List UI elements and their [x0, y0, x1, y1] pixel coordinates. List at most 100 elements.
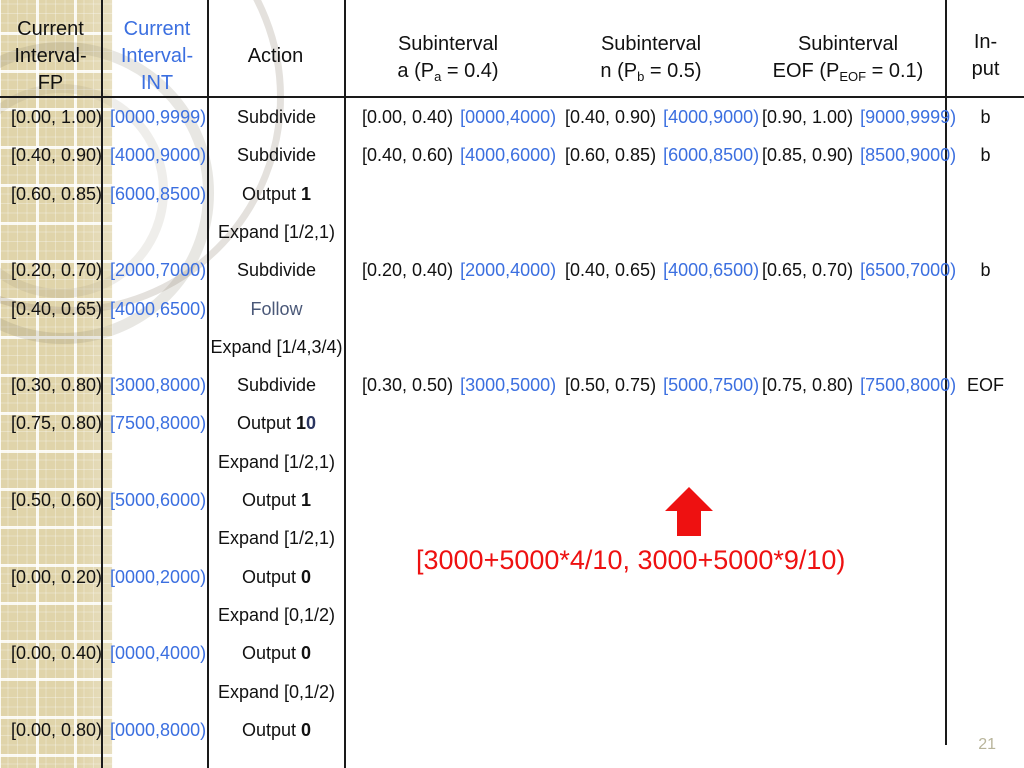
cell-action: Follow [208, 299, 345, 319]
cell-sub_n-fp: [0.40, 0.65) [565, 260, 657, 281]
header-sub-n-suffix: = 0.5) [644, 60, 702, 82]
cell-sub_a-int: [4000,6000) [460, 145, 557, 166]
cell-action-output-bits: 1 [301, 490, 312, 510]
header-int-line3: INT [140, 72, 174, 94]
header-input-line1: In- [973, 31, 998, 53]
cell-fp: [0.00, 0.20) [10, 566, 103, 587]
cell-action-label: Output [241, 643, 302, 664]
cell-sub_n: [0.40, 0.65) [4000,6500) [565, 260, 765, 280]
cell-action-label: Subdivide [236, 107, 317, 127]
cell-sub_a-fp: [0.30, 0.50) [362, 375, 454, 396]
cell-fp: [0.00, 1.00) [10, 107, 103, 127]
cell-action: Subdivide [208, 145, 345, 165]
header-sub-a-prefix: a (P [397, 60, 435, 82]
cell-fp: [0.75, 0.80) [10, 413, 103, 434]
cell-sub_n-fp: [0.50, 0.75) [565, 375, 657, 396]
header-input: In- put [947, 29, 1024, 83]
cell-sub_n-fp: [0.40, 0.90) [565, 107, 657, 127]
cell-action: Output 0 [208, 720, 345, 740]
cell-int: [4000,9000) [110, 145, 207, 166]
header-subinterval-a: Subinterval a (Pa = 0.4) [348, 31, 548, 86]
cell-sub_n-int: [4000,9000) [663, 107, 760, 127]
cell-action: Output 0 [208, 567, 345, 587]
cell-sub_a: [0.00, 0.40) [0000,4000) [362, 107, 562, 127]
cell-int: [0000,8000) [110, 719, 207, 740]
cell-action-output-bits: 0 [301, 566, 312, 587]
header-sub-n-line2: n (Pb = 0.5) [551, 58, 751, 86]
cell-action: Expand [1/4,3/4) [208, 337, 345, 357]
slide-canvas: Current Interval- FP Current Interval- I… [0, 0, 1024, 768]
up-arrow-icon [662, 484, 716, 538]
cell-action-label: Output [236, 413, 296, 434]
header-fp-line1: Current [17, 18, 84, 40]
cell-action: Expand [1/2,1) [208, 222, 345, 242]
cell-action-output-bits: 1 [301, 183, 312, 204]
header-sub-a-suffix: = 0.4) [441, 60, 499, 82]
cell-action-label: Expand [1/2,1) [217, 528, 336, 549]
cell-action-label: Expand [0,1/2) [217, 604, 336, 625]
cell-sub_a: [0.30, 0.50) [3000,5000) [362, 375, 562, 395]
header-action-label: Action [247, 45, 304, 67]
cell-fp: [0.00, 0.40) [10, 643, 103, 664]
cell-input: b [980, 107, 991, 127]
cell-sub_a-int: [0000,4000) [460, 107, 557, 127]
cell-int: [0000,2000) [110, 566, 207, 587]
cell-sub_n-fp: [0.60, 0.85) [565, 145, 657, 166]
cell-action: Subdivide [208, 107, 345, 127]
header-fp-line3: FP [37, 72, 64, 94]
cell-int: [2000,7000) [110, 260, 207, 281]
cell-sub_eof-fp: [0.65, 0.70) [762, 260, 854, 281]
cell-action-output-bits: 0 [301, 719, 312, 740]
cell-action: Expand [0,1/2) [208, 605, 345, 625]
header-fp-line2: Interval- [14, 45, 87, 67]
cell-fp: [0.30, 0.80) [10, 375, 103, 396]
cell-sub_eof-int: [9000,9999) [860, 107, 957, 127]
header-input-line2: put [971, 58, 1000, 80]
header-sub-eof-suffix: = 0.1) [866, 60, 924, 82]
cell-action-label: Subdivide [236, 145, 317, 166]
cell-sub_n: [0.60, 0.85) [6000,8500) [565, 145, 765, 165]
cell-action: Output 1 [208, 184, 345, 204]
cell-int: [0000,9999) [110, 107, 207, 127]
cell-action-label: Expand [1/4,3/4) [210, 336, 343, 357]
cell-sub_eof: [0.65, 0.70) [6500,7000) [762, 260, 962, 280]
cell-action-label: Expand [0,1/2) [217, 681, 336, 702]
cell-input: b [980, 145, 991, 166]
header-sub-a-line1: Subinterval [397, 33, 499, 55]
header-sub-eof-line2: EOF (PEOF = 0.1) [748, 58, 948, 86]
cell-input: b [980, 260, 991, 281]
header-action: Action [209, 43, 342, 70]
cell-int: [6000,8500) [110, 183, 207, 204]
cell-action-label: Output [241, 490, 302, 510]
cell-sub_eof-int: [8500,9000) [860, 145, 957, 166]
cell-sub_n-int: [5000,7500) [663, 375, 760, 396]
cell-action-output-bits: 10 [296, 413, 317, 434]
cell-action-label: Follow [250, 298, 303, 319]
header-current-interval-fp: Current Interval- FP [0, 16, 101, 97]
header-int-line1: Current [123, 18, 191, 40]
cell-action: Output 1 [208, 490, 345, 510]
cell-sub_a: [0.20, 0.40) [2000,4000) [362, 260, 562, 280]
header-sub-eof-line1: Subinterval [797, 33, 899, 55]
cell-sub_a-fp: [0.40, 0.60) [362, 145, 454, 166]
annotation-text: [3000+5000*4/10, 3000+5000*9/10) [416, 545, 846, 575]
header-sub-n-line1: Subinterval [600, 33, 702, 55]
cell-fp: [0.20, 0.70) [10, 260, 103, 281]
cell-int: [5000,6000) [110, 490, 207, 510]
cell-action: Expand [0,1/2) [208, 682, 345, 702]
cell-int: [7500,8000) [110, 413, 207, 434]
cell-sub_eof-fp: [0.75, 0.80) [762, 375, 854, 396]
header-subinterval-n: Subinterval n (Pb = 0.5) [551, 31, 751, 86]
cell-int: [4000,6500) [110, 298, 207, 319]
cell-fp: [0.40, 0.65) [10, 298, 103, 319]
cell-action-label: Expand [1/2,1) [217, 451, 336, 472]
cell-action-label: Output [241, 183, 302, 204]
cell-fp: [0.50, 0.60) [10, 490, 103, 510]
cell-fp: [0.00, 0.80) [10, 719, 103, 740]
header-sub-n-subscript: b [637, 69, 645, 84]
header-sub-eof-prefix: EOF (P [772, 60, 840, 82]
cell-sub_eof-fp: [0.90, 1.00) [762, 107, 854, 127]
page-number: 21 [978, 736, 996, 753]
cell-sub_n-int: [6000,8500) [663, 145, 760, 166]
cell-action: Expand [1/2,1) [208, 452, 345, 472]
